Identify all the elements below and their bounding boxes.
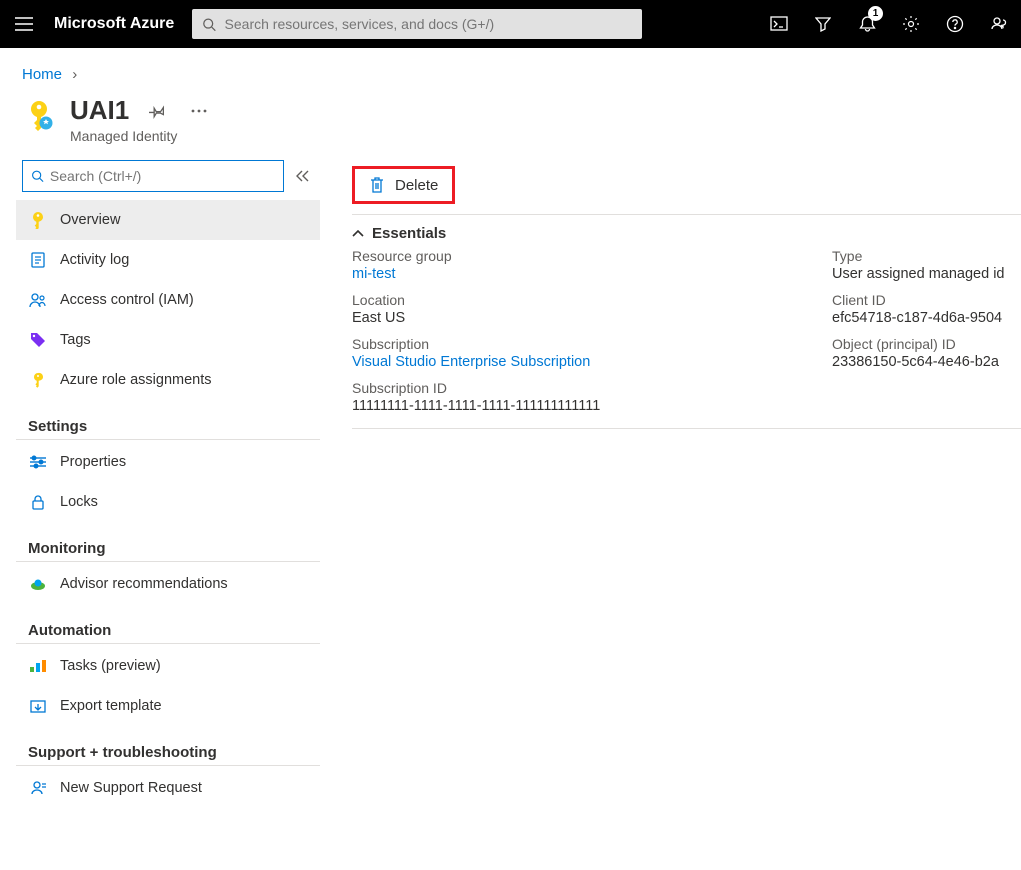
settings-icon[interactable] xyxy=(889,0,933,48)
sidebar-search[interactable] xyxy=(22,160,284,192)
sidebar-item-properties[interactable]: Properties xyxy=(16,442,320,482)
sidebar-item-label: Export template xyxy=(60,698,162,714)
sidebar-item-locks[interactable]: Locks xyxy=(16,482,320,522)
role-key-icon xyxy=(28,370,48,390)
sidebar-item-label: Access control (IAM) xyxy=(60,292,194,308)
global-search[interactable] xyxy=(192,9,642,39)
main-panel: Delete Essentials Resource group mi-test… xyxy=(324,160,1021,808)
essentials-section: Resource group mi-test Type User assigne… xyxy=(352,248,1021,429)
sidebar-item-tasks[interactable]: Tasks (preview) xyxy=(16,646,320,686)
sidebar-item-label: Tags xyxy=(60,332,91,348)
essentials-toggle[interactable]: Essentials xyxy=(352,215,1021,248)
feedback-icon[interactable] xyxy=(977,0,1021,48)
type-label: Type xyxy=(832,248,1021,264)
section-settings: Settings xyxy=(16,400,320,440)
collapse-sidebar-icon[interactable] xyxy=(290,164,314,188)
sidebar-item-label: Overview xyxy=(60,212,120,228)
menu-icon[interactable] xyxy=(0,0,48,48)
top-bar: Microsoft Azure 1 xyxy=(0,0,1021,48)
topbar-actions: 1 xyxy=(757,0,1021,48)
notifications-icon[interactable]: 1 xyxy=(845,0,889,48)
section-monitoring: Monitoring xyxy=(16,522,320,562)
activity-log-icon xyxy=(28,250,48,270)
subscription-label: Subscription xyxy=(352,336,832,352)
filter-icon[interactable] xyxy=(801,0,845,48)
page-title: UAI1 xyxy=(70,95,129,126)
global-search-input[interactable] xyxy=(225,16,633,32)
cloudshell-icon[interactable] xyxy=(757,0,801,48)
breadcrumb: Home › xyxy=(0,48,1021,89)
delete-label: Delete xyxy=(395,177,438,194)
brand-label[interactable]: Microsoft Azure xyxy=(48,15,192,33)
sidebar-item-new-support[interactable]: New Support Request xyxy=(16,768,320,808)
client-id-value: efc54718-c187-4d6a-9504 xyxy=(832,310,1021,326)
notification-badge: 1 xyxy=(868,6,883,21)
iam-icon xyxy=(28,290,48,310)
sidebar-item-export-template[interactable]: Export template xyxy=(16,686,320,726)
page-header: UAI1 Managed Identity xyxy=(0,89,1021,154)
sidebar-item-label: Activity log xyxy=(60,252,129,268)
key-icon xyxy=(28,210,48,230)
resource-group-value[interactable]: mi-test xyxy=(352,266,832,282)
tag-icon xyxy=(28,330,48,350)
sidebar-item-label: Tasks (preview) xyxy=(60,658,161,674)
sidebar-item-label: Azure role assignments xyxy=(60,372,212,388)
subscription-id-label: Subscription ID xyxy=(352,380,1021,396)
sidebar: Overview Activity log Access control (IA… xyxy=(16,160,324,808)
sidebar-item-label: Properties xyxy=(60,454,126,470)
support-icon xyxy=(28,778,48,798)
section-support: Support + troubleshooting xyxy=(16,726,320,766)
sidebar-item-label: New Support Request xyxy=(60,780,202,796)
sidebar-item-access-control[interactable]: Access control (IAM) xyxy=(16,280,320,320)
sidebar-item-label: Locks xyxy=(60,494,98,510)
sidebar-item-azure-role-assignments[interactable]: Azure role assignments xyxy=(16,360,320,400)
subscription-id-value: 11111111-1111-1111-1111-111111111111 xyxy=(352,398,1021,414)
managed-identity-icon xyxy=(22,99,56,133)
object-id-label: Object (principal) ID xyxy=(832,336,1021,352)
location-label: Location xyxy=(352,292,832,308)
tasks-icon xyxy=(28,656,48,676)
location-value: East US xyxy=(352,310,832,326)
lock-icon xyxy=(28,492,48,512)
delete-button[interactable]: Delete xyxy=(352,166,455,204)
sidebar-item-label: Advisor recommendations xyxy=(60,576,228,592)
help-icon[interactable] xyxy=(933,0,977,48)
type-value: User assigned managed id xyxy=(832,266,1021,282)
pin-icon[interactable] xyxy=(143,97,171,125)
resource-group-label: Resource group xyxy=(352,248,832,264)
more-icon[interactable] xyxy=(185,97,213,125)
section-automation: Automation xyxy=(16,604,320,644)
sidebar-item-tags[interactable]: Tags xyxy=(16,320,320,360)
essentials-title: Essentials xyxy=(372,225,446,242)
sidebar-item-advisor[interactable]: Advisor recommendations xyxy=(16,564,320,604)
advisor-icon xyxy=(28,574,48,594)
sidebar-search-input[interactable] xyxy=(50,168,275,184)
sidebar-item-activity-log[interactable]: Activity log xyxy=(16,240,320,280)
sidebar-item-overview[interactable]: Overview xyxy=(16,200,320,240)
export-template-icon xyxy=(28,696,48,716)
client-id-label: Client ID xyxy=(832,292,1021,308)
action-bar: Delete xyxy=(352,162,1021,215)
object-id-value: 23386150-5c64-4e46-b2a xyxy=(832,354,1021,370)
page-subtitle: Managed Identity xyxy=(70,128,213,144)
chevron-right-icon: › xyxy=(72,66,77,83)
breadcrumb-home[interactable]: Home xyxy=(22,66,62,83)
subscription-value[interactable]: Visual Studio Enterprise Subscription xyxy=(352,354,832,370)
properties-icon xyxy=(28,452,48,472)
